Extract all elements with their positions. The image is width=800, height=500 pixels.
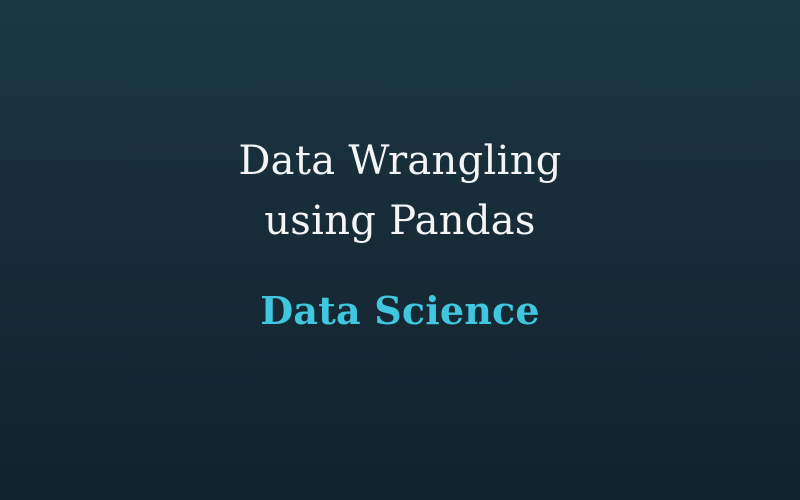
banner-title-line-1: Data Wrangling xyxy=(238,138,562,184)
banner-title-line-2: using Pandas xyxy=(264,198,536,244)
title-banner: Data Wrangling using Pandas Data Science xyxy=(0,0,800,500)
banner-subtitle: Data Science xyxy=(260,288,540,333)
